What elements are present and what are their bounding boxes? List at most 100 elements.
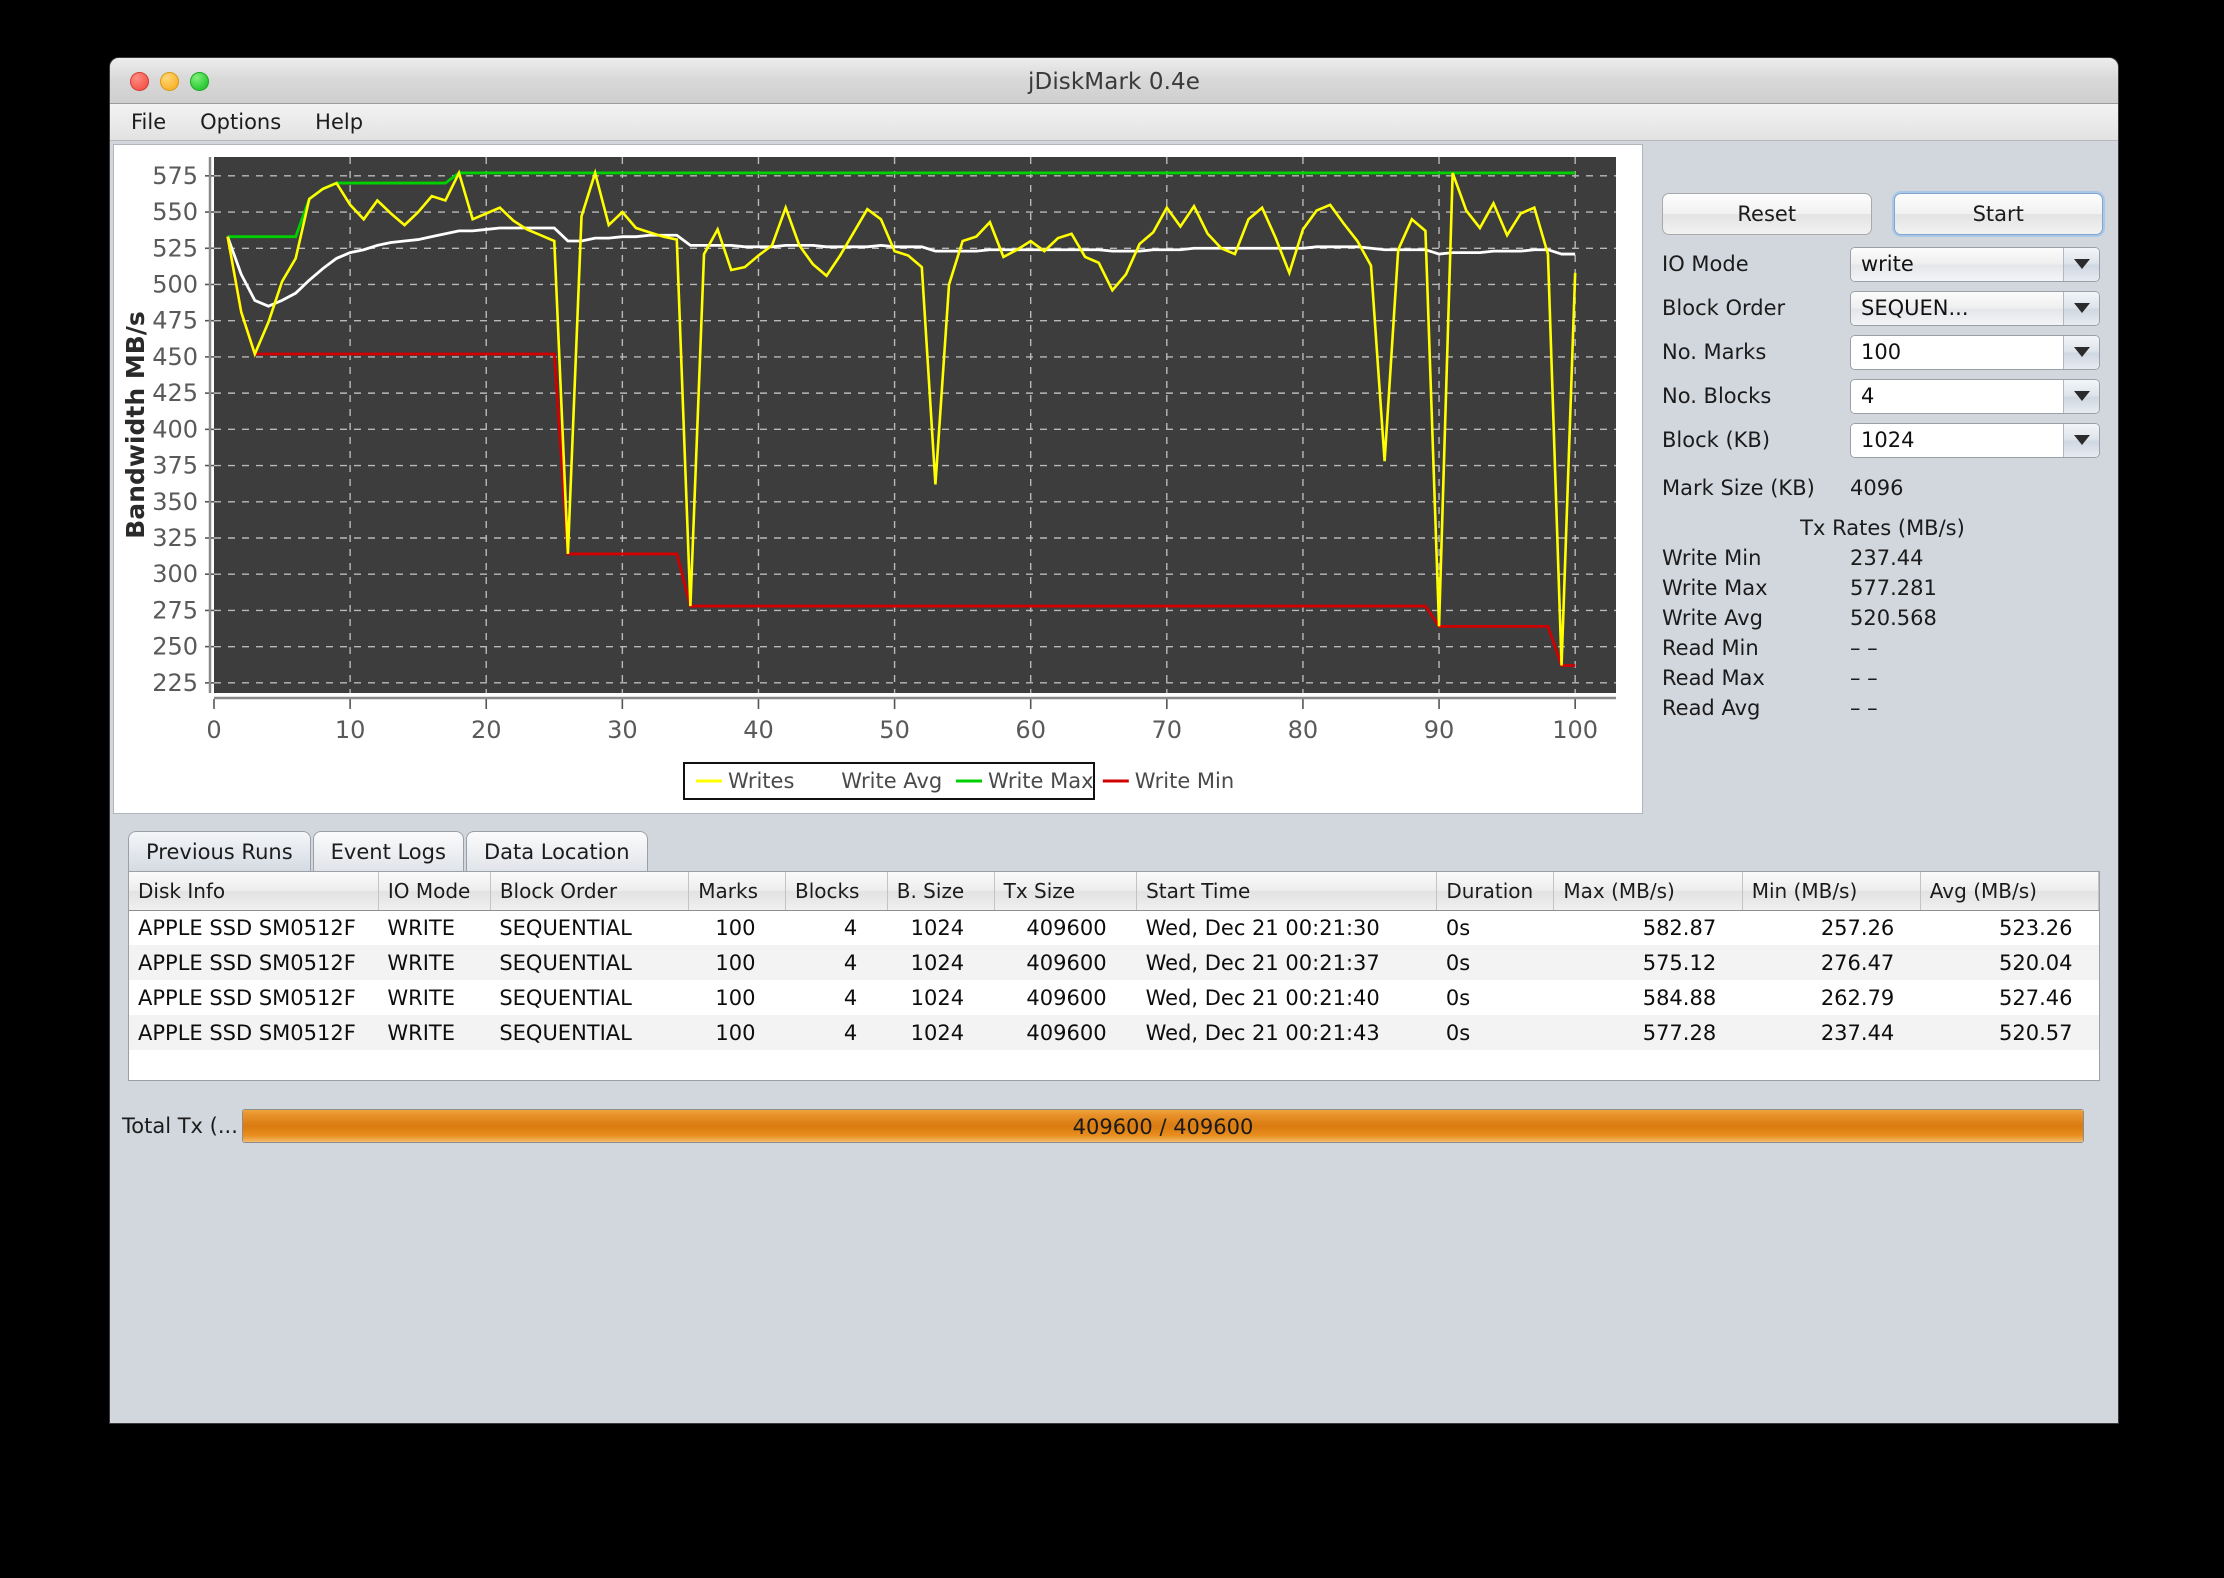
write-max-row: Write Max 577.281 [1650, 573, 2115, 603]
no-marks-input[interactable]: 100 [1850, 335, 2100, 370]
x-axis-tick-label: 50 [879, 716, 910, 744]
table-cell: 527.46 [1920, 980, 2098, 1015]
col-block-order[interactable]: Block Order [490, 872, 688, 910]
legend-label-write-min: Write Min [1135, 769, 1234, 793]
read-avg-row: Read Avg – – [1650, 693, 2115, 723]
no-marks-label: No. Marks [1662, 340, 1766, 364]
col-avg-mbs[interactable]: Avg (MB/s) [1920, 872, 2098, 910]
table-cell: SEQUENTIAL [490, 1015, 688, 1050]
io-mode-select[interactable]: write [1850, 247, 2100, 282]
col-blocks[interactable]: Blocks [785, 872, 887, 910]
col-disk-info[interactable]: Disk Info [129, 872, 378, 910]
y-axis-tick-label: 225 [152, 669, 198, 697]
table-cell: SEQUENTIAL [490, 910, 688, 945]
y-axis-tick-label: 350 [152, 488, 198, 516]
table-cell: Wed, Dec 21 00:21:40 [1137, 980, 1437, 1015]
table-cell: 0s [1437, 945, 1554, 980]
col-marks[interactable]: Marks [689, 872, 786, 910]
no-marks-value: 100 [1851, 336, 2063, 369]
read-min-row: Read Min – – [1650, 633, 2115, 663]
window-body: 2252502753003253503754004254504755005255… [110, 141, 2118, 1423]
col-tx-size[interactable]: Tx Size [994, 872, 1136, 910]
table-cell: 1024 [887, 910, 994, 945]
menu-file[interactable]: File [125, 108, 172, 136]
tx-rates-title: Tx Rates (MB/s) [1650, 516, 2115, 540]
legend-label-write-avg: Write Avg [841, 769, 942, 793]
block-kb-label: Block (KB) [1662, 428, 1770, 452]
write-avg-label: Write Avg [1662, 606, 1763, 630]
total-tx-progressbar: 409600 / 409600 [242, 1109, 2084, 1143]
table-cell: 409600 [994, 910, 1136, 945]
table-cell: 276.47 [1742, 945, 1920, 980]
write-max-value: 577.281 [1850, 576, 1937, 600]
x-axis-tick-label: 40 [743, 716, 774, 744]
col-start-time[interactable]: Start Time [1137, 872, 1437, 910]
no-marks-row: No. Marks 100 [1650, 337, 2115, 367]
table-cell: 1024 [887, 945, 994, 980]
table-row[interactable]: APPLE SSD SM0512FWRITESEQUENTIAL10041024… [129, 910, 2099, 945]
block-order-select[interactable]: SEQUEN... [1850, 291, 2100, 326]
table-cell: SEQUENTIAL [490, 945, 688, 980]
block-kb-input[interactable]: 1024 [1850, 423, 2100, 458]
io-mode-value: write [1851, 248, 2063, 281]
block-kb-row: Block (KB) 1024 [1650, 425, 2115, 455]
y-axis-tick-label: 375 [152, 452, 198, 480]
bandwidth-chart: 2252502753003253503754004254504755005255… [114, 145, 1644, 815]
col-io-mode[interactable]: IO Mode [378, 872, 490, 910]
mark-size-value: 4096 [1850, 476, 1903, 500]
table-row[interactable]: APPLE SSD SM0512FWRITESEQUENTIAL10041024… [129, 945, 2099, 980]
write-min-row: Write Min 237.44 [1650, 543, 2115, 573]
menu-help[interactable]: Help [309, 108, 369, 136]
table-cell: WRITE [378, 980, 490, 1015]
table-empty-row [129, 1050, 2099, 1081]
table-cell: APPLE SSD SM0512F [129, 980, 378, 1015]
table-cell: 100 [689, 1015, 786, 1050]
table-cell: 1024 [887, 980, 994, 1015]
table-body: APPLE SSD SM0512FWRITESEQUENTIAL10041024… [129, 910, 2099, 1081]
start-button[interactable]: Start [1894, 193, 2104, 235]
chevron-down-icon[interactable] [2063, 248, 2099, 281]
block-order-label: Block Order [1662, 296, 1785, 320]
read-max-row: Read Max – – [1650, 663, 2115, 693]
read-min-label: Read Min [1662, 636, 1759, 660]
x-axis-tick-label: 90 [1424, 716, 1455, 744]
no-blocks-row: No. Blocks 4 [1650, 381, 2115, 411]
legend-label-write-max: Write Max [988, 769, 1094, 793]
table-cell: 409600 [994, 945, 1136, 980]
y-axis-tick-label: 575 [152, 162, 198, 190]
chevron-down-icon[interactable] [2063, 380, 2099, 413]
table-cell: WRITE [378, 910, 490, 945]
col-max-mbs[interactable]: Max (MB/s) [1554, 872, 1742, 910]
chevron-down-icon[interactable] [2063, 292, 2099, 325]
col-duration[interactable]: Duration [1437, 872, 1554, 910]
read-avg-label: Read Avg [1662, 696, 1760, 720]
table-cell: 523.26 [1920, 910, 2098, 945]
table-cell: 584.88 [1554, 980, 1742, 1015]
chevron-down-icon[interactable] [2063, 336, 2099, 369]
window-title: jDiskMark 0.4e [110, 69, 2118, 95]
table-cell: 4 [785, 980, 887, 1015]
tab-event-logs[interactable]: Event Logs [313, 831, 464, 873]
y-axis-tick-label: 475 [152, 307, 198, 335]
tx-rates-header-row: Tx Rates (MB/s) [1650, 513, 2115, 543]
table-cell: 520.57 [1920, 1015, 2098, 1050]
y-axis-tick-label: 250 [152, 633, 198, 661]
table-row[interactable]: APPLE SSD SM0512FWRITESEQUENTIAL10041024… [129, 980, 2099, 1015]
controls-panel: Reset Start IO Mode write Block Order SE… [1650, 141, 2115, 821]
x-axis-tick-label: 0 [206, 716, 221, 744]
col-min-mbs[interactable]: Min (MB/s) [1742, 872, 1920, 910]
menu-options[interactable]: Options [194, 108, 287, 136]
no-blocks-input[interactable]: 4 [1850, 379, 2100, 414]
write-max-label: Write Max [1662, 576, 1768, 600]
tab-data-location[interactable]: Data Location [466, 831, 648, 873]
table-empty-cell [129, 1050, 2099, 1081]
chevron-down-icon[interactable] [2063, 424, 2099, 457]
total-tx-label: Total Tx (... [122, 1114, 242, 1138]
previous-runs-table-panel[interactable]: Disk Info IO Mode Block Order Marks Bloc… [128, 871, 2100, 1081]
table-cell: Wed, Dec 21 00:21:37 [1137, 945, 1437, 980]
table-row[interactable]: APPLE SSD SM0512FWRITESEQUENTIAL10041024… [129, 1015, 2099, 1050]
col-b-size[interactable]: B. Size [887, 872, 994, 910]
tab-previous-runs[interactable]: Previous Runs [128, 831, 311, 873]
reset-button[interactable]: Reset [1662, 193, 1872, 235]
x-axis-tick-label: 60 [1015, 716, 1046, 744]
